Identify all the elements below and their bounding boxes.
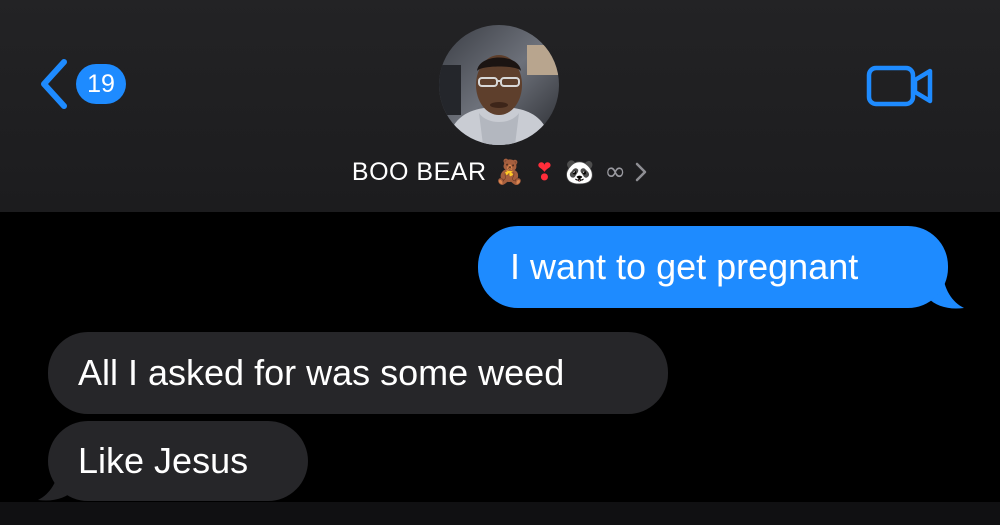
contact-avatar[interactable]	[439, 25, 559, 145]
avatar-photo	[439, 25, 559, 145]
unread-count-badge: 19	[76, 64, 126, 104]
panda-emoji: 🐼	[564, 158, 595, 186]
input-bar-edge	[0, 502, 1000, 525]
chevron-left-icon	[41, 59, 67, 109]
video-camera-icon[interactable]	[866, 63, 934, 109]
contact-details-button[interactable]: BOO BEAR 🧸 ❣ 🐼 ∞	[0, 150, 1000, 194]
heart-exclamation-emoji: ❣	[534, 158, 555, 186]
chevron-right-icon	[635, 162, 647, 182]
message-text: Like Jesus	[78, 440, 249, 481]
message-bubble-received[interactable]: All I asked for was some weed	[48, 332, 668, 414]
conversation-header: 19 BOO BEAR 🧸 ❣ 🐼 ∞	[0, 0, 1000, 212]
teddy-bear-emoji: 🧸	[494, 158, 525, 186]
contact-name: BOO BEAR	[351, 157, 487, 186]
messages-screen: 19 BOO BEAR 🧸 ❣ 🐼 ∞ I want to get pregna…	[0, 0, 1000, 525]
message-text: All I asked for was some weed	[78, 352, 565, 393]
message-bubble-received[interactable]: Like Jesus	[48, 421, 308, 501]
message-bubble-sent[interactable]: I want to get pregnant	[478, 226, 948, 308]
infinity-emoji: ∞	[604, 157, 627, 187]
message-text: I want to get pregnant	[510, 246, 859, 287]
back-button[interactable]: 19	[36, 58, 126, 110]
